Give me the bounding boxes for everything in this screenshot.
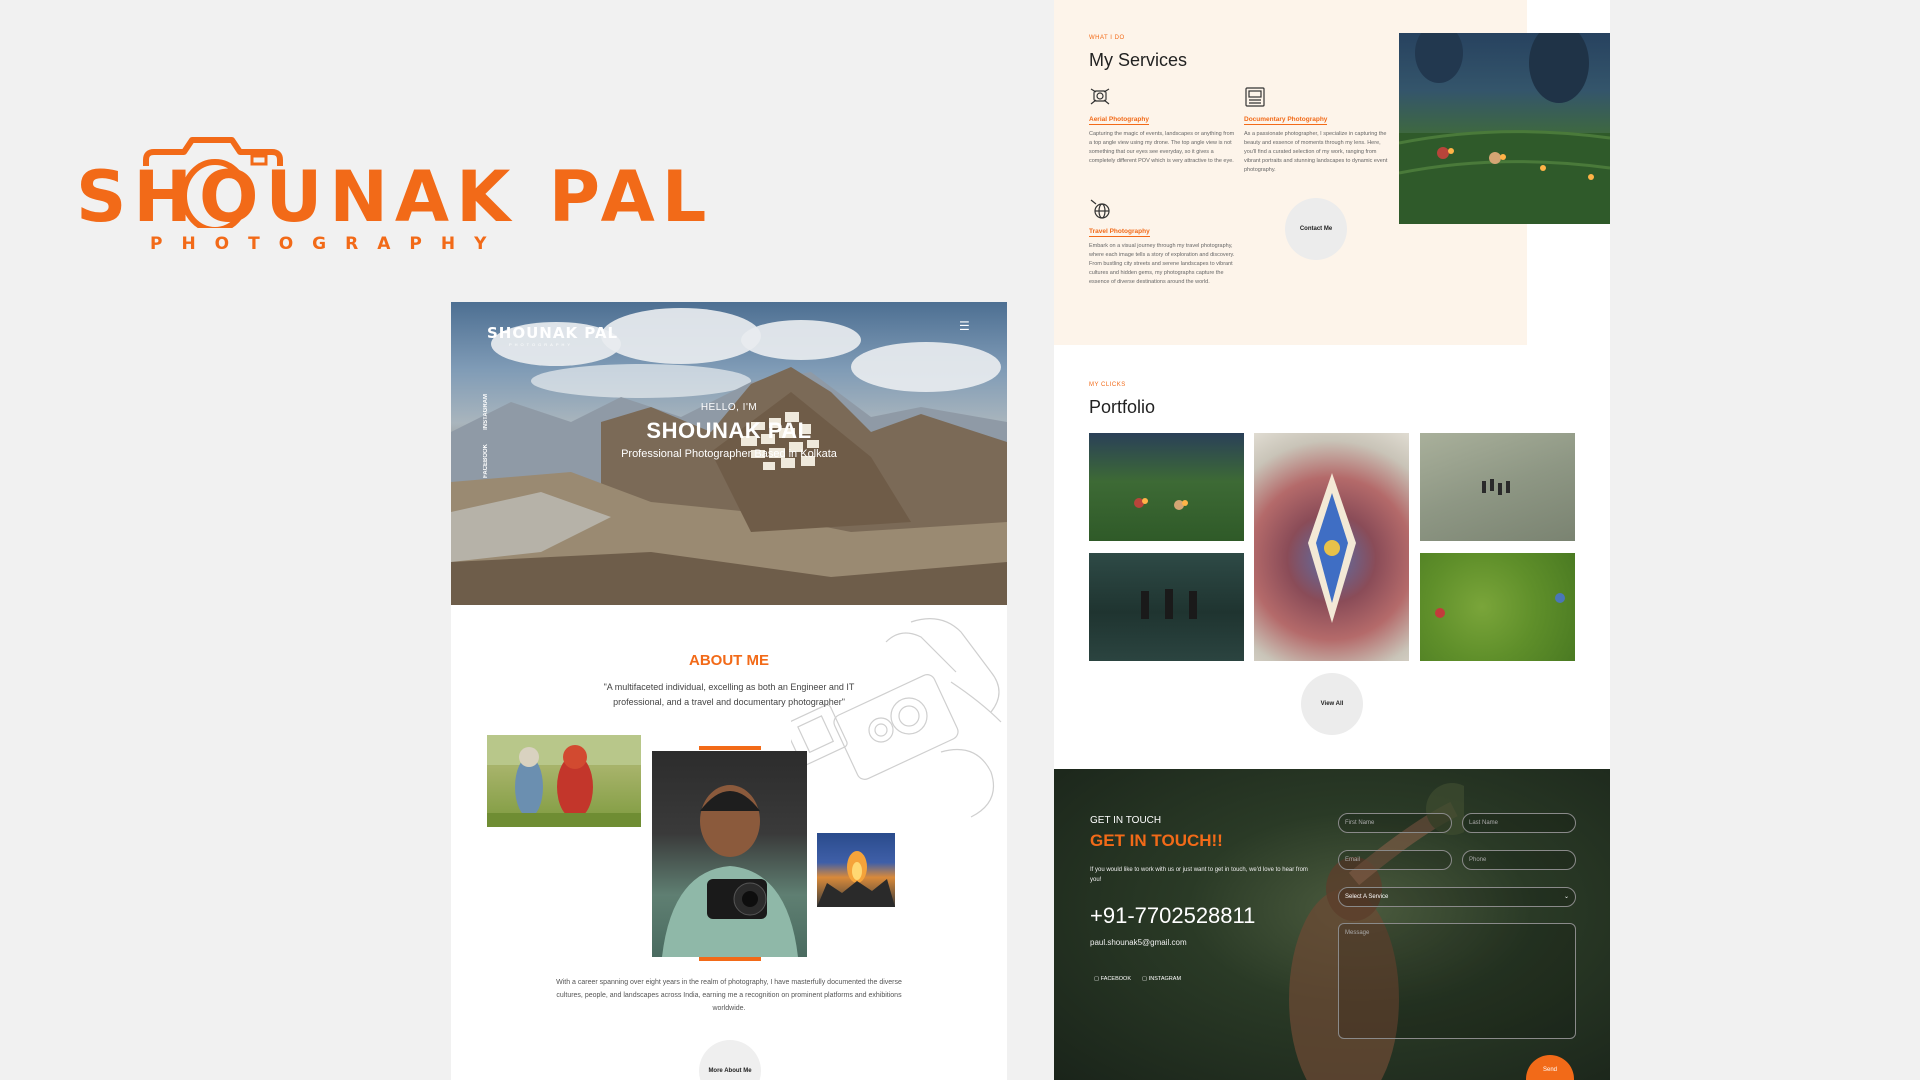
contact-intro: If you would like to work with us or jus… [1090, 867, 1308, 883]
portfolio-eyebrow: MY CLICKS [1089, 382, 1126, 388]
service-select[interactable]: Select A Service ⌄ [1338, 887, 1576, 907]
hero-subtitle: Professional Photographer Based in Kolka… [621, 448, 837, 460]
portfolio-tile-rice-field[interactable] [1089, 553, 1244, 661]
portfolio-tile-tea-garden[interactable] [1089, 433, 1244, 541]
portrait-accent-top [699, 746, 761, 750]
contact-social-instagram-label: INSTAGRAM [1148, 976, 1182, 982]
service-name: Aerial Photography [1089, 116, 1149, 125]
hero-name: SHOUNAK PAL [646, 418, 812, 443]
contact-eyebrow: GET IN TOUCH [1090, 815, 1162, 826]
send-button[interactable]: Send [1526, 1055, 1574, 1080]
contact-social-facebook[interactable]: ▢ FACEBOOK [1094, 976, 1131, 982]
service-name: Documentary Photography [1244, 116, 1328, 125]
service-select-value: Select A Service [1345, 894, 1389, 900]
last-name-field[interactable]: Last Name [1462, 813, 1576, 833]
brand-tagline: PHOTOGRAPHY [150, 234, 506, 254]
about-title: ABOUT ME [689, 652, 769, 669]
contact-section: GET IN TOUCH GET IN TOUCH!! If you would… [1054, 769, 1610, 1080]
about-body: With a career spanning over eight years … [556, 979, 902, 1012]
about-photo-masked-dancers [487, 735, 641, 827]
camera-sketch-illustration [791, 618, 1002, 818]
hamburger-icon[interactable]: ☰ [959, 320, 973, 332]
contact-social-instagram[interactable]: ▢ INSTAGRAM [1142, 976, 1181, 982]
service-name: Travel Photography [1089, 228, 1150, 237]
first-name-field[interactable]: First Name [1338, 813, 1452, 833]
contact-email[interactable]: paul.shounak5@gmail.com [1090, 938, 1187, 947]
homepage-mockup: SHOUNAK PAL PHOTOGRAPHY ☰ INSTAGRAM FACE… [451, 302, 1007, 1080]
hero-logo-tagline: PHOTOGRAPHY [509, 342, 574, 347]
drone-icon [1090, 88, 1110, 105]
service-description: Embark on a visual journey through my tr… [1089, 243, 1235, 285]
portfolio-tile-green-field[interactable] [1420, 553, 1575, 661]
phone-field[interactable]: Phone [1462, 850, 1576, 870]
chevron-down-icon: ⌄ [1563, 894, 1569, 900]
hero-logo[interactable]: SHOUNAK PAL PHOTOGRAPHY [487, 320, 617, 350]
portfolio-tile-field-walkers[interactable] [1420, 433, 1575, 541]
about-photo-fire-ritual [817, 833, 895, 907]
brand-name: SHOUNAK PAL [76, 156, 714, 238]
message-field[interactable]: Message [1338, 923, 1576, 1039]
services-portfolio-contact-mockup: WHAT I DO My Services Aerial Photography… [1054, 0, 1610, 1080]
services-photo-tea-pickers [1399, 33, 1610, 224]
service-description: As a passionate photographer, I speciali… [1244, 131, 1388, 173]
contact-me-button[interactable]: Contact Me [1285, 198, 1347, 260]
view-all-button[interactable]: View All [1301, 673, 1363, 735]
hero-section: SHOUNAK PAL PHOTOGRAPHY ☰ INSTAGRAM FACE… [451, 302, 1007, 605]
contact-social-facebook-label: FACEBOOK [1100, 976, 1131, 982]
services-title: My Services [1089, 50, 1188, 70]
service-description: Capturing the magic of events, landscape… [1089, 131, 1235, 164]
contact-title: GET IN TOUCH!! [1090, 831, 1223, 850]
more-about-me-button[interactable]: More About Me [699, 1040, 761, 1080]
portfolio-title: Portfolio [1089, 397, 1156, 417]
about-portrait-photo [652, 751, 807, 957]
newspaper-icon [1245, 87, 1265, 107]
hero-greeting: HELLO, I'M [700, 402, 758, 413]
portrait-accent-bottom [699, 957, 761, 961]
brand-logo: SHOUNAK PAL PHOTOGRAPHY [76, 118, 706, 258]
globe-icon [1090, 199, 1110, 219]
email-field[interactable]: Email [1338, 850, 1452, 870]
about-quote: "A multifaceted individual, excelling as… [603, 682, 855, 707]
mountain-landscape [451, 367, 1007, 605]
services-eyebrow: WHAT I DO [1089, 35, 1125, 41]
hero-logo-name: SHOUNAK PAL [487, 324, 619, 342]
portfolio-tile-festival-aerial[interactable] [1254, 433, 1409, 661]
contact-phone[interactable]: +91-7702528811 [1090, 903, 1255, 929]
